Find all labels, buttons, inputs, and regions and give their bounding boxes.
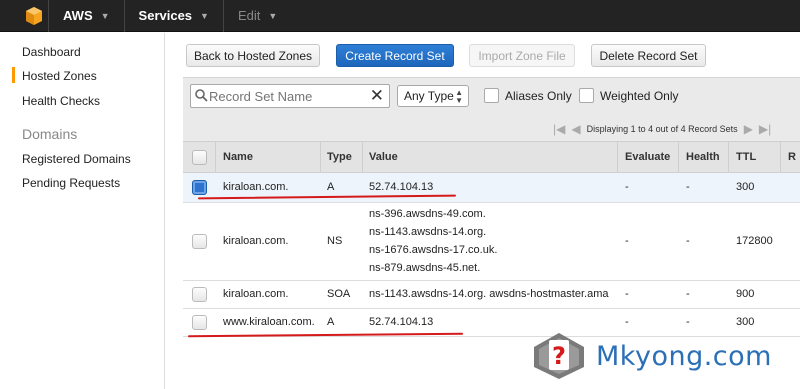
record-type: SOA <box>327 288 351 300</box>
delete-record-set-button[interactable]: Delete Record Set <box>591 44 706 67</box>
nav-aws[interactable]: AWS ▼ <box>49 0 124 32</box>
mkyong-watermark: ? Mkyong.com <box>530 330 792 382</box>
record-type: A <box>327 316 335 328</box>
row-checkbox[interactable] <box>192 180 207 195</box>
record-name: kiraloan.com. <box>223 288 289 300</box>
aws-cube-logo-icon[interactable] <box>20 5 48 27</box>
record-ttl: 900 <box>736 288 755 300</box>
pagination-text: Displaying 1 to 4 out of 4 Record Sets <box>586 124 738 134</box>
row-checkbox[interactable] <box>192 234 207 249</box>
weighted-only-checkbox[interactable] <box>579 88 594 103</box>
record-health: - <box>686 288 690 300</box>
record-health: - <box>686 181 690 193</box>
sidebar-item-health-checks[interactable]: Health Checks <box>22 94 100 108</box>
record-name: www.kiraloan.com. <box>223 316 315 328</box>
record-type: A <box>327 181 335 193</box>
select-all-checkbox[interactable] <box>192 150 207 165</box>
back-to-hosted-zones-button[interactable]: Back to Hosted Zones <box>186 44 320 67</box>
close-icon[interactable]: ✕ <box>370 86 384 106</box>
aliases-only-label: Aliases Only <box>505 89 572 103</box>
pagination: |◀ ◀ Displaying 1 to 4 out of 4 Record S… <box>553 122 771 136</box>
record-health: - <box>686 316 690 328</box>
table-row[interactable]: kiraloan.com. NS ns-396.awsdns-49.com. n… <box>183 203 800 281</box>
record-evaluate: - <box>625 181 629 193</box>
chevron-down-icon: ▼ <box>100 10 110 21</box>
record-value-line: ns-1676.awsdns-17.co.uk. <box>369 244 498 256</box>
nav-edit[interactable]: Edit ▼ <box>224 0 291 32</box>
record-evaluate: - <box>625 316 629 328</box>
column-header-evaluate[interactable]: Evaluate <box>625 151 670 163</box>
mkyong-logo-icon: ? <box>534 333 584 379</box>
nav-services[interactable]: Services ▼ <box>125 0 223 32</box>
type-select[interactable]: Any Type ▲ ▼ <box>397 85 469 107</box>
record-value-line: ns-879.awsdns-45.net. <box>369 262 481 274</box>
sidebar-item-dashboard[interactable]: Dashboard <box>22 45 81 59</box>
prev-page-icon[interactable]: ◀ <box>571 122 580 136</box>
record-value-line: ns-1143.awsdns-14.org. <box>369 226 487 238</box>
filter-panel: ✕ Any Type ▲▼ Aliases Only Weighted Only… <box>183 77 800 141</box>
next-page-icon[interactable]: ▶ <box>744 122 753 136</box>
select-arrows-icon: ▲ ▼ <box>455 88 463 105</box>
record-ttl: 300 <box>736 316 755 328</box>
record-health: - <box>686 235 690 247</box>
row-checkbox[interactable] <box>192 315 207 330</box>
chevron-down-icon: ▼ <box>200 10 209 21</box>
row-checkbox[interactable] <box>192 287 207 302</box>
column-header-name[interactable]: Name <box>223 151 253 163</box>
record-ttl: 300 <box>736 181 755 193</box>
column-header-health[interactable]: Health <box>686 151 720 163</box>
record-value-line: ns-396.awsdns-49.com. <box>369 208 486 220</box>
aliases-only-checkbox[interactable] <box>484 88 499 103</box>
table-header: Name Type Value Evaluate Health TTL R <box>183 141 800 173</box>
chevron-down-icon: ▼ <box>268 10 278 21</box>
import-zone-file-button[interactable]: Import Zone File <box>469 44 575 67</box>
table-row[interactable]: kiraloan.com. SOA ns-1143.awsdns-14.org.… <box>183 281 800 309</box>
top-nav-bar: AWS ▼ Services ▼ Edit ▼ <box>0 0 800 32</box>
record-type: NS <box>327 235 343 247</box>
sidebar-item-pending-requests[interactable]: Pending Requests <box>22 176 120 190</box>
column-header-routing[interactable]: R <box>788 151 796 163</box>
svg-text:?: ? <box>552 342 566 370</box>
watermark-text: Mkyong.com <box>596 340 772 372</box>
search-icon <box>195 89 208 105</box>
create-record-set-button[interactable]: Create Record Set <box>336 44 454 67</box>
search-box[interactable]: ✕ <box>190 84 390 108</box>
record-ttl: 172800 <box>736 235 773 247</box>
weighted-only-label: Weighted Only <box>600 89 679 103</box>
first-page-icon[interactable]: |◀ <box>553 122 565 136</box>
record-evaluate: - <box>625 235 629 247</box>
record-value: 52.74.104.13 <box>369 181 434 193</box>
last-page-icon[interactable]: ▶| <box>759 122 771 136</box>
column-header-type[interactable]: Type <box>327 151 352 163</box>
sidebar: Dashboard Hosted Zones Health Checks Dom… <box>0 33 165 389</box>
record-name: kiraloan.com. <box>223 235 289 247</box>
sidebar-item-hosted-zones[interactable]: Hosted Zones <box>12 67 97 83</box>
column-header-value[interactable]: Value <box>369 151 398 163</box>
sidebar-item-registered-domains[interactable]: Registered Domains <box>22 152 131 166</box>
record-name: kiraloan.com. <box>223 181 289 193</box>
record-value: ns-1143.awsdns-14.org. awsdns-hostmaster… <box>369 288 609 300</box>
record-value: 52.74.104.13 <box>369 316 434 328</box>
record-evaluate: - <box>625 288 629 300</box>
column-header-ttl[interactable]: TTL <box>736 151 756 163</box>
sidebar-section-domains: Domains <box>22 126 78 142</box>
search-input[interactable] <box>209 88 367 104</box>
